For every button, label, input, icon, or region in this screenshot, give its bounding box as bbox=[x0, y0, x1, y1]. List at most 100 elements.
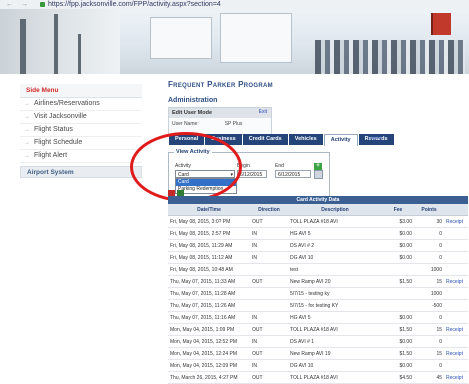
table-row: Mon, May 04, 2015, 1:09 PM OUT TOLL PLAZA … bbox=[168, 323, 468, 336]
end-date-field[interactable]: 6/12/2015 bbox=[275, 170, 311, 178]
sidebar-item-flight-alert[interactable]: Flight Alert bbox=[20, 150, 142, 163]
cell-direction bbox=[250, 287, 288, 300]
table-row: Thu, May 07, 2015, 11:33 AM OUT New Ramp A… bbox=[168, 275, 468, 288]
sidebar-item-airlines[interactable]: Airlines/Reservations bbox=[20, 98, 142, 111]
cell-date-time: Fri, May 08, 2015, 3:0? PM bbox=[168, 215, 250, 228]
cell-direction: OUT bbox=[250, 215, 288, 228]
banner-pillar bbox=[78, 34, 81, 74]
sidebar-item-flight-status[interactable]: Flight Status bbox=[20, 124, 142, 137]
cell-receipt[interactable] bbox=[444, 335, 468, 348]
cell-receipt[interactable]: Receipt bbox=[444, 275, 468, 288]
cell-date-time: Fri, May 08, 2015, 2:57 PM bbox=[168, 227, 250, 240]
browser-nav-icons[interactable]: ← → bbox=[6, 0, 31, 9]
col-points: Points bbox=[414, 204, 444, 216]
cell-receipt[interactable] bbox=[444, 239, 468, 252]
cell-description: TOLL PLAZA #18 AVI bbox=[288, 371, 382, 384]
cell-points: 0 bbox=[414, 311, 444, 324]
table-caption: Card Activity Data bbox=[168, 196, 468, 205]
banner-pillar bbox=[20, 19, 26, 74]
cell-description: TOLL PLAZA #18 AVI bbox=[288, 215, 382, 228]
cell-receipt[interactable] bbox=[444, 311, 468, 324]
cell-direction: IN bbox=[250, 239, 288, 252]
end-label: End bbox=[275, 163, 284, 169]
edit-user-box: Edit User Mode Exit User Name: SP Plus bbox=[168, 107, 272, 135]
cell-date-time: Mon, May 04, 2015, 1:09 PM bbox=[168, 323, 250, 336]
tab-activity[interactable]: Activity bbox=[323, 134, 358, 146]
cell-date-time: Fri, May 08, 2015, 11:12 AM bbox=[168, 251, 250, 264]
cell-description: HG AVI 5 bbox=[288, 311, 382, 324]
cell-receipt[interactable] bbox=[444, 251, 468, 264]
add-icon[interactable]: + bbox=[314, 163, 322, 170]
cell-receipt[interactable] bbox=[444, 299, 468, 312]
cell-receipt[interactable]: Receipt bbox=[444, 215, 468, 228]
cell-description: DS AVI # 2 bbox=[288, 239, 382, 252]
cell-direction: OUT bbox=[250, 275, 288, 288]
sidebar-item-flight-schedule[interactable]: Flight Schedule bbox=[20, 137, 142, 150]
cell-description: 5/7/15 - for testing KY bbox=[288, 299, 382, 312]
header-banner bbox=[0, 9, 469, 74]
calendar-icon[interactable] bbox=[314, 170, 323, 179]
cell-description: DS AVI # 1 bbox=[288, 335, 382, 348]
cell-points: 30 bbox=[414, 215, 444, 228]
cell-receipt[interactable] bbox=[444, 287, 468, 300]
user-name-row: User Name: SP Plus bbox=[169, 118, 271, 130]
cell-fee: $0.00 bbox=[382, 335, 414, 348]
banner-crowd-graphic bbox=[315, 40, 465, 74]
logout-link[interactable]: Logout bbox=[368, 135, 382, 140]
cell-direction: IN bbox=[250, 251, 288, 264]
col-direction: Direction bbox=[250, 204, 288, 216]
cell-fee: $3.00 bbox=[382, 215, 414, 228]
cell-points: 15 bbox=[414, 323, 444, 336]
airport-system-link[interactable]: Airport System bbox=[20, 166, 142, 178]
url-text[interactable]: https://fpp.jacksonville.com/FPP/activit… bbox=[48, 0, 221, 9]
sidebar-item-visit-jacksonville[interactable]: Visit Jacksonville bbox=[20, 111, 142, 124]
cell-date-time: Mon, May 04, 2015, 12:24 PM bbox=[168, 347, 250, 360]
cell-date-time: Fri, May 08, 2015, 11:29 AM bbox=[168, 239, 250, 252]
cell-description: New Ramp AVI 19 bbox=[288, 347, 382, 360]
table-row: Mon, May 04, 2015, 12:52 PM IN DS AVI # 1 $… bbox=[168, 335, 468, 348]
cell-description: TOLL PLAZA #18 AVI bbox=[288, 323, 382, 336]
cell-fee bbox=[382, 263, 414, 276]
cell-points: 0 bbox=[414, 251, 444, 264]
col-date-time: Date/Time bbox=[168, 204, 250, 216]
cell-direction bbox=[250, 299, 288, 312]
cell-receipt[interactable]: Receipt bbox=[444, 323, 468, 336]
table-row: Thu, May 07, 2015, 11:16 AM IN HG AVI 5 $0.… bbox=[168, 311, 468, 324]
cell-receipt[interactable] bbox=[444, 227, 468, 240]
cell-points: 0 bbox=[414, 227, 444, 240]
administration-heading: Administration bbox=[168, 97, 218, 104]
page-title: Frequent Parker Program bbox=[168, 80, 273, 89]
side-menu: Side Menu Airlines/Reservations Visit Ja… bbox=[20, 84, 142, 163]
cell-receipt[interactable] bbox=[444, 263, 468, 276]
cell-date-time: Mon, May 04, 2015, 12:52 PM bbox=[168, 335, 250, 348]
table-row: Thu, May 07, 2015, 11:26 AM 5/7/15 - for … bbox=[168, 299, 468, 312]
tab-vehicles[interactable]: Vehicles bbox=[288, 134, 323, 145]
cell-direction: IN bbox=[250, 227, 288, 240]
cell-date-time: Thu, May 07, 2015, 11:16 AM bbox=[168, 311, 250, 324]
cell-points: 15 bbox=[414, 275, 444, 288]
cell-fee: $0.00 bbox=[382, 311, 414, 324]
table-row: Thu, May 07, 2015, 11:28 AM 5/7/15 - test… bbox=[168, 287, 468, 300]
cell-points: 1000 bbox=[414, 287, 444, 300]
cell-receipt[interactable]: Receipt bbox=[444, 371, 468, 384]
cell-description: 5/7/15 - testing ky bbox=[288, 287, 382, 300]
cell-date-time: Fri, May 08, 2015, 10:48 AM bbox=[168, 263, 250, 276]
exit-link[interactable]: Exit bbox=[259, 109, 267, 115]
banner-window bbox=[150, 17, 212, 59]
table-row: Fri, May 08, 2015, 11:12 AM IN DG AVI 10 $0… bbox=[168, 251, 468, 264]
col-description: Description bbox=[288, 204, 382, 216]
cell-description: DG AVI 10 bbox=[288, 251, 382, 264]
cell-direction: IN bbox=[250, 335, 288, 348]
cell-receipt[interactable]: Receipt bbox=[444, 347, 468, 360]
cell-points: 0 bbox=[414, 335, 444, 348]
table-row: Fri, May 08, 2015, 3:0? PM OUT TOLL PLAZA … bbox=[168, 215, 468, 228]
tab-credit-cards[interactable]: Credit Cards bbox=[242, 134, 288, 145]
banner-left-graphic bbox=[0, 9, 120, 74]
cell-points: 0 bbox=[414, 239, 444, 252]
cell-direction bbox=[250, 263, 288, 276]
banner-window bbox=[220, 13, 292, 63]
cell-description: HG AVI 5 bbox=[288, 227, 382, 240]
cell-date-time: Thu, March 26, 2015, 4:27 PM bbox=[168, 371, 250, 384]
user-name-value: SP Plus bbox=[224, 121, 243, 127]
cell-fee: $1.50 bbox=[382, 347, 414, 360]
